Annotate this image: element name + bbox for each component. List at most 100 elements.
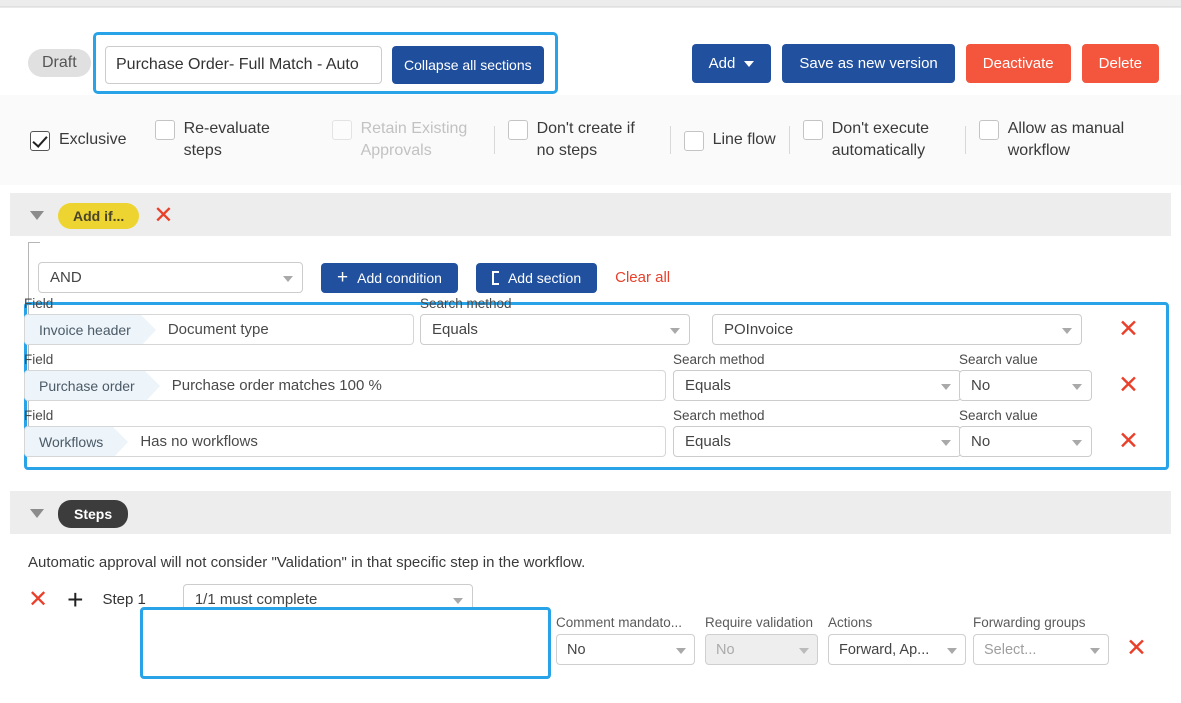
- condition-field-group: FieldInvoice headerDocument type: [24, 296, 414, 345]
- condition-value: No: [971, 377, 990, 394]
- chevron-down-icon: [453, 598, 463, 604]
- remove-condition-icon[interactable]: ✕: [1118, 430, 1139, 452]
- option-checkbox-don-t-create-if-no-steps[interactable]: Don't create if no steps: [508, 118, 657, 162]
- option-label: Don't execute automatically: [832, 118, 952, 162]
- search-value-label-spacer: [712, 296, 1082, 311]
- option-divider: [789, 126, 790, 154]
- condition-method-group: Search methodEquals: [673, 352, 961, 401]
- condition-method-select[interactable]: Equals: [673, 426, 961, 457]
- option-label: Retain Existing Approvals: [361, 118, 481, 162]
- option-checkbox-retain-existing-approvals: Retain Existing Approvals: [332, 118, 481, 162]
- collapse-triangle-icon[interactable]: [30, 509, 44, 518]
- remove-condition-icon[interactable]: ✕: [1118, 374, 1139, 396]
- option-checkbox-don-t-execute-automatically[interactable]: Don't execute automatically: [803, 118, 952, 162]
- condition-value-select[interactable]: No: [959, 426, 1092, 457]
- chevron-down-icon: [1062, 328, 1072, 334]
- condition-section-header: Add if... ✕: [10, 193, 1171, 238]
- option-checkbox-line-flow[interactable]: Line flow: [684, 129, 776, 151]
- add-button[interactable]: Add: [692, 44, 772, 83]
- condition-value-select[interactable]: POInvoice: [712, 314, 1082, 345]
- search-value-label: Search value: [959, 352, 1092, 367]
- option-label: Re-evaluate steps: [184, 118, 304, 162]
- step-actions-label: Actions: [828, 615, 966, 630]
- steps-badge: Steps: [58, 500, 128, 528]
- checkbox-icon[interactable]: [803, 120, 823, 140]
- deactivate-button[interactable]: Deactivate: [966, 44, 1071, 83]
- add-section-label: Add section: [508, 270, 581, 286]
- remove-step-icon[interactable]: ✕: [28, 590, 48, 610]
- condition-value-group: Search value No: [959, 352, 1092, 401]
- step-actions-field: Actions Forward, Ap...: [828, 615, 966, 665]
- remove-condition-icon[interactable]: ✕: [1118, 318, 1139, 340]
- page-top-strip: [0, 0, 1181, 8]
- delete-button[interactable]: Delete: [1082, 44, 1159, 83]
- option-label: Don't create if no steps: [537, 118, 657, 162]
- option-label: Exclusive: [59, 129, 127, 151]
- condition-toolbar: AND + Add condition Add section Clear al…: [38, 262, 670, 293]
- condition-field-select[interactable]: Purchase orderPurchase order matches 100…: [24, 370, 666, 401]
- checkbox-icon: [332, 120, 352, 140]
- search-value-label: Search value: [959, 408, 1092, 423]
- condition-row: Field Purchase orderPurchase order matche…: [10, 352, 1155, 408]
- checkbox-icon[interactable]: [155, 120, 175, 140]
- condition-field-select[interactable]: Invoice headerDocument type: [24, 314, 414, 345]
- step-require-validation-select: No: [705, 634, 818, 665]
- chevron-down-icon: [670, 328, 680, 334]
- add-condition-button[interactable]: + Add condition: [321, 263, 458, 293]
- condition-field-name: Document type: [141, 315, 269, 344]
- save-as-new-version-button[interactable]: Save as new version: [782, 44, 954, 83]
- checkbox-icon[interactable]: [508, 120, 528, 140]
- add-step-icon[interactable]: +: [67, 589, 83, 611]
- condition-value-select[interactable]: No: [959, 370, 1092, 401]
- condition-field-group: Field Purchase orderPurchase order matche…: [24, 352, 666, 401]
- option-checkbox-allow-as-manual-workflow[interactable]: Allow as manual workflow: [979, 118, 1128, 162]
- clear-all-link[interactable]: Clear all: [615, 269, 670, 286]
- workflow-title-input[interactable]: [105, 46, 382, 84]
- condition-field-group: FieldWorkflowsHas no workflows: [24, 408, 666, 457]
- condition-field-name: Has no workflows: [113, 427, 258, 456]
- condition-value-group: POInvoice: [712, 296, 1082, 345]
- logical-operator-value: AND: [50, 269, 82, 286]
- add-section-button[interactable]: Add section: [476, 263, 597, 293]
- condition-method-select[interactable]: Equals: [673, 370, 961, 401]
- option-label: Allow as manual workflow: [1008, 118, 1128, 162]
- step-require-validation-field: Require validation No: [705, 615, 818, 665]
- remove-condition-section-icon[interactable]: ✕: [153, 206, 173, 226]
- condition-field-name: Purchase order matches 100 %: [145, 371, 382, 400]
- add-condition-label: Add condition: [357, 270, 442, 286]
- checkbox-icon[interactable]: [684, 131, 704, 151]
- remove-step-detail-icon[interactable]: ✕: [1126, 637, 1147, 659]
- collapse-all-sections-button[interactable]: Collapse all sections: [392, 46, 544, 84]
- option-checkbox-exclusive[interactable]: Exclusive: [30, 129, 127, 151]
- condition-field-category: Purchase order: [25, 371, 145, 400]
- add-button-label: Add: [709, 55, 736, 72]
- logical-operator-select[interactable]: AND: [38, 262, 303, 293]
- steps-note: Automatic approval will not consider "Va…: [28, 554, 585, 571]
- condition-method-value: Equals: [685, 377, 731, 394]
- chevron-down-icon: [799, 648, 809, 654]
- condition-row: FieldInvoice headerDocument typeSearch m…: [10, 296, 1155, 352]
- page-top-strip-inner: [0, 0, 1181, 7]
- condition-field-category: Invoice header: [25, 315, 141, 344]
- option-divider: [965, 126, 966, 154]
- step-actions-value: Forward, Ap...: [839, 642, 929, 658]
- search-method-label: Search method: [673, 408, 961, 423]
- add-if-badge: Add if...: [58, 203, 139, 229]
- step-forwarding-groups-select[interactable]: Select...: [973, 634, 1109, 665]
- condition-field-select[interactable]: WorkflowsHas no workflows: [24, 426, 666, 457]
- bracket-icon: [492, 271, 499, 285]
- option-divider: [670, 126, 671, 154]
- field-label: Field: [24, 352, 666, 367]
- step-comment-mandatory-select[interactable]: No: [556, 634, 695, 665]
- step-number-label: Step 1: [102, 591, 145, 608]
- checkbox-icon[interactable]: [30, 131, 50, 151]
- collapse-triangle-icon[interactable]: [30, 211, 44, 220]
- chevron-down-icon: [1072, 440, 1082, 446]
- option-checkbox-re-evaluate-steps[interactable]: Re-evaluate steps: [155, 118, 304, 162]
- condition-value: POInvoice: [724, 321, 793, 338]
- step-actions-select[interactable]: Forward, Ap...: [828, 634, 966, 665]
- page-header: Draft Collapse all sections Add Save as …: [0, 8, 1181, 95]
- condition-method-group: Search methodEquals: [420, 296, 690, 345]
- checkbox-icon[interactable]: [979, 120, 999, 140]
- condition-method-select[interactable]: Equals: [420, 314, 690, 345]
